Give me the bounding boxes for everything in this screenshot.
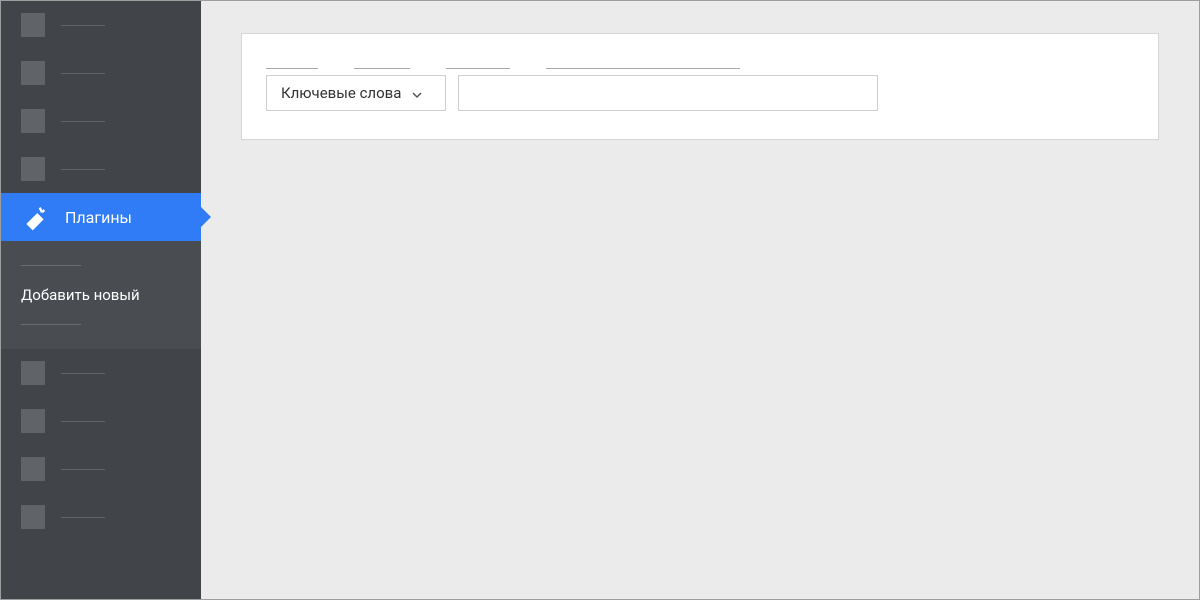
search-row: Ключевые слова [266,75,1134,111]
placeholder-icon [21,505,45,529]
placeholder-icon [21,361,45,385]
search-panel: Ключевые слова [241,33,1159,140]
sidebar-item-placeholder[interactable] [1,445,201,493]
sidebar-item-placeholder[interactable] [1,397,201,445]
placeholder-icon [21,61,45,85]
placeholder-icon [21,13,45,37]
submenu-item-placeholder[interactable] [21,265,81,266]
submenu-item-add-new[interactable]: Добавить новый [1,278,201,312]
sidebar-item-placeholder[interactable] [1,97,201,145]
placeholder-text [61,25,105,26]
sidebar: Плагины Добавить новый [1,1,201,599]
placeholder-text [61,373,105,374]
tab-placeholder[interactable] [546,68,740,69]
sidebar-item-placeholder[interactable] [1,1,201,49]
search-filter-dropdown[interactable]: Ключевые слова [266,75,446,111]
sidebar-item-placeholder[interactable] [1,49,201,97]
sidebar-item-placeholder[interactable] [1,349,201,397]
panel-tabs [266,54,1134,55]
chevron-down-icon [411,87,423,99]
plug-icon [21,203,49,231]
placeholder-icon [21,157,45,181]
placeholder-text [61,469,105,470]
placeholder-text [61,169,105,170]
placeholder-icon [21,457,45,481]
tab-placeholder[interactable] [446,68,510,69]
search-input[interactable] [458,75,878,111]
placeholder-icon [21,409,45,433]
placeholder-text [61,121,105,122]
tab-placeholder[interactable] [354,68,410,69]
sidebar-item-plugins[interactable]: Плагины [1,193,201,241]
placeholder-icon [21,109,45,133]
sidebar-item-placeholder[interactable] [1,145,201,193]
sidebar-submenu: Добавить новый [1,241,201,349]
submenu-item-placeholder[interactable] [21,324,81,325]
main-content: Ключевые слова [201,1,1199,599]
sidebar-item-label: Плагины [65,208,132,227]
placeholder-text [61,421,105,422]
sidebar-item-placeholder[interactable] [1,493,201,541]
placeholder-text [61,73,105,74]
placeholder-text [61,517,105,518]
tab-placeholder[interactable] [266,68,318,69]
dropdown-label: Ключевые слова [281,84,401,102]
